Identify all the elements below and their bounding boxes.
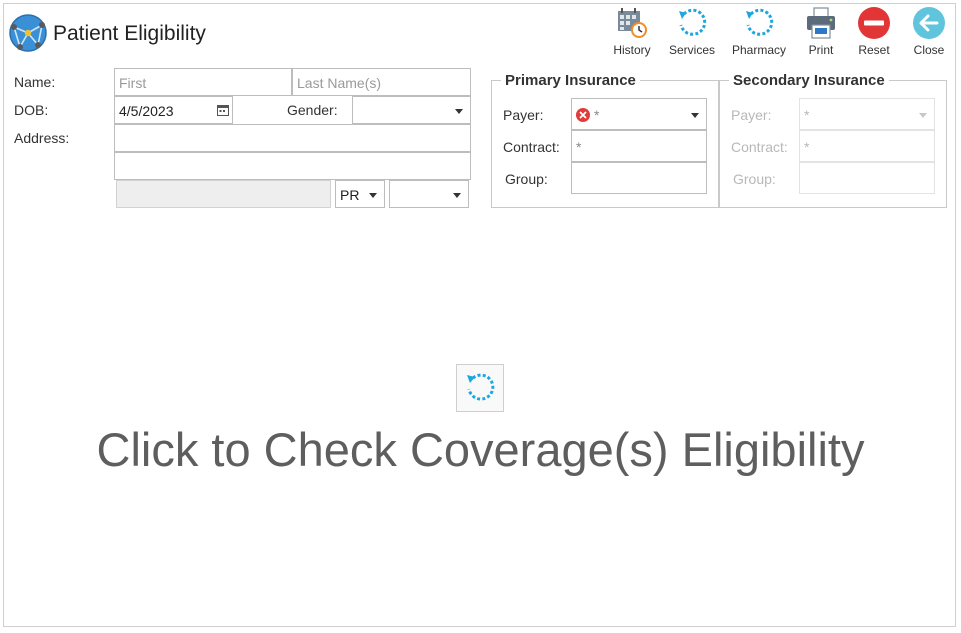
refresh-icon: [679, 8, 707, 36]
primary-payer-label: Payer:: [503, 107, 544, 123]
primary-group-input[interactable]: [571, 162, 707, 194]
app-logo-icon: [8, 13, 48, 53]
zip-select[interactable]: [389, 180, 469, 208]
calendar-clock-icon: [618, 8, 647, 38]
primary-payer-value: *: [594, 107, 600, 123]
secondary-contract-value: *: [804, 139, 810, 155]
first-name-placeholder: First: [119, 75, 147, 91]
gender-label: Gender:: [287, 102, 338, 118]
city-input[interactable]: [116, 180, 331, 208]
print-button[interactable]: Print: [791, 6, 851, 60]
calendar-icon[interactable]: [217, 103, 229, 119]
state-select[interactable]: PR: [335, 180, 385, 208]
chevron-down-icon: [455, 109, 463, 114]
page-title: Patient Eligibility: [53, 22, 206, 45]
refresh-icon: [467, 373, 495, 401]
error-icon: [576, 108, 590, 125]
secondary-group-label: Group:: [733, 171, 776, 187]
close-button[interactable]: Close: [899, 6, 959, 60]
chevron-down-icon: [453, 193, 461, 198]
dob-input[interactable]: 4/5/2023: [114, 96, 233, 124]
secondary-contract-label: Contract:: [731, 139, 788, 155]
chevron-down-icon: [691, 113, 699, 118]
primary-contract-label: Contract:: [503, 139, 560, 155]
dob-label: DOB:: [14, 102, 49, 118]
check-eligibility-button[interactable]: [456, 364, 504, 412]
state-value: PR: [340, 187, 360, 203]
primary-insurance-title: Primary Insurance: [501, 72, 640, 89]
pharmacy-label: Pharmacy: [731, 43, 787, 57]
secondary-contract-input[interactable]: *: [799, 130, 935, 162]
history-label: History: [613, 43, 651, 57]
history-button[interactable]: History: [602, 6, 662, 60]
name-label: Name:: [14, 74, 56, 90]
chevron-down-icon: [919, 113, 927, 118]
secondary-group-input[interactable]: [799, 162, 935, 194]
services-label: Services: [668, 43, 715, 57]
primary-payer-select[interactable]: *: [571, 98, 707, 130]
address-label: Address:: [14, 130, 70, 146]
print-label: Print: [808, 43, 834, 57]
reset-label: Reset: [858, 43, 890, 57]
primary-contract-input[interactable]: *: [571, 130, 707, 162]
pharmacy-button[interactable]: Pharmacy: [729, 6, 789, 60]
refresh-icon: [746, 8, 774, 36]
chevron-down-icon: [369, 193, 377, 198]
secondary-insurance-title: Secondary Insurance: [729, 72, 889, 89]
minus-circle-icon: [858, 7, 890, 39]
secondary-payer-value: *: [804, 107, 810, 123]
first-name-input[interactable]: First: [114, 68, 292, 96]
reset-button[interactable]: Reset: [844, 6, 904, 60]
close-label: Close: [913, 43, 945, 57]
check-eligibility-text[interactable]: Click to Check Coverage(s) Eligibility: [0, 422, 961, 477]
arrow-left-circle-icon: [913, 7, 945, 39]
last-name-placeholder: Last Name(s): [297, 75, 382, 91]
printer-icon: [807, 7, 835, 39]
dob-value: 4/5/2023: [119, 103, 174, 119]
gender-select[interactable]: [352, 96, 471, 124]
primary-contract-value: *: [576, 139, 582, 155]
address-line2-input[interactable]: [114, 152, 471, 180]
last-name-input[interactable]: Last Name(s): [292, 68, 471, 96]
address-line1-input[interactable]: [114, 124, 471, 152]
secondary-payer-label: Payer:: [731, 107, 772, 123]
secondary-payer-select[interactable]: *: [799, 98, 935, 130]
services-button[interactable]: Services: [662, 6, 722, 60]
primary-group-label: Group:: [505, 171, 548, 187]
